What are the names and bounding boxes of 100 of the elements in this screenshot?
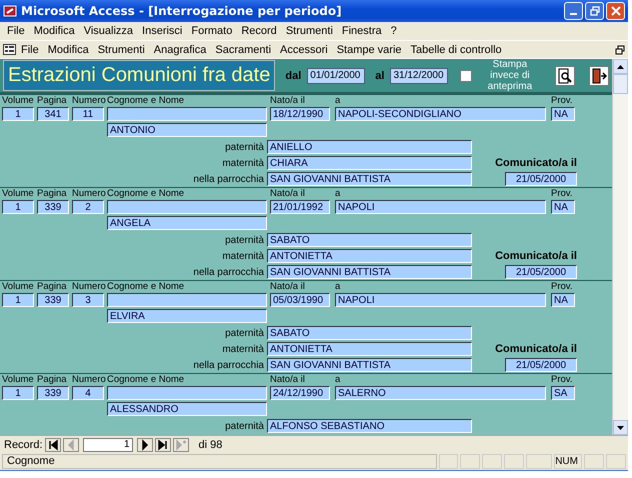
menu-item[interactable]: Record (237, 25, 281, 37)
detail-field[interactable]: SAN GIOVANNI BATTISTA (267, 172, 472, 186)
field-label: Prov. (551, 374, 574, 386)
first-name-field[interactable]: ELVIRA (107, 309, 267, 323)
menu-item[interactable]: Strumenti (94, 44, 149, 56)
menu-item[interactable]: Visualizza (80, 25, 138, 37)
status-panel (438, 454, 458, 469)
communicated-date-field[interactable]: 21/05/2000 (505, 358, 577, 372)
detail-field[interactable]: SABATO (267, 233, 472, 247)
form-icon[interactable] (3, 44, 16, 55)
surname-field[interactable] (107, 200, 267, 214)
detail-field[interactable]: ANTONIETTA (267, 342, 472, 356)
menu-item[interactable]: ? (386, 25, 401, 37)
first-name-field[interactable]: ALESSANDRO (107, 402, 267, 416)
detail-field[interactable]: ANTONIETTA (267, 249, 472, 263)
form-title: Estrazioni Comunioni fra date (3, 60, 276, 91)
detail-field[interactable]: SAN GIOVANNI BATTISTA (267, 265, 472, 279)
menu-item[interactable]: Anagrafica (150, 44, 210, 56)
province-field[interactable]: NA (551, 200, 575, 214)
menu-item[interactable]: Stampe varie (332, 44, 406, 56)
menu-item[interactable]: Inserisci (138, 25, 186, 37)
to-date-field[interactable]: 31/12/2000 (390, 68, 448, 84)
field-label: maternità (221, 158, 265, 168)
field-label: Nato/a il (270, 188, 306, 200)
new-record-icon (174, 438, 187, 450)
volume-field[interactable]: 1 (2, 107, 34, 121)
birth-date-field[interactable]: 18/12/1990 (270, 107, 330, 121)
detail-field[interactable]: ALFONSO SEBASTIANO (267, 419, 472, 433)
page-field[interactable]: 341 (37, 107, 69, 121)
communicated-label: Comunicato/a il (495, 343, 577, 355)
detail-field[interactable]: SAN GIOVANNI BATTISTA (267, 358, 472, 372)
birthplace-field[interactable]: SALERNO (335, 386, 546, 400)
scroll-up-button[interactable] (613, 59, 628, 74)
birth-date-field[interactable]: 21/01/1992 (270, 200, 330, 214)
menu-item[interactable]: Accessori (276, 44, 332, 56)
menu-item[interactable]: File (3, 25, 29, 37)
restore-button[interactable] (585, 2, 604, 20)
to-label: al (375, 70, 384, 82)
print-option-label: Stampa invece di anteprima (486, 59, 534, 92)
print-checkbox[interactable] (460, 70, 472, 82)
volume-field[interactable]: 1 (2, 386, 34, 400)
communicated-date-field[interactable]: 21/05/2000 (505, 172, 577, 186)
field-label: Volume (2, 281, 34, 293)
record-nav-button[interactable] (44, 438, 61, 452)
field-label: Prov. (551, 188, 574, 200)
record-nav-button[interactable] (154, 438, 171, 452)
page-field[interactable]: 339 (37, 386, 69, 400)
page-field[interactable]: 339 (37, 293, 69, 307)
field-label: Volume (2, 95, 34, 107)
field-label: Pagina (37, 95, 68, 107)
restore-icon[interactable] (615, 44, 625, 54)
field-label: Nato/a il (270, 374, 306, 386)
detail-field[interactable]: CHIARA (267, 156, 472, 170)
field-label: Volume (2, 374, 34, 386)
first-name-field[interactable]: ANGELA (107, 216, 267, 230)
surname-field[interactable] (107, 293, 267, 307)
menu-item[interactable]: Formato (187, 25, 236, 37)
record-nav-button[interactable] (136, 438, 153, 452)
detail-field[interactable]: SABATO (267, 326, 472, 340)
from-label: dal (285, 70, 302, 82)
page-field[interactable]: 339 (37, 200, 69, 214)
number-field[interactable]: 11 (72, 107, 104, 121)
scrollbar[interactable] (612, 59, 628, 435)
menu-item[interactable]: File (17, 44, 43, 56)
field-label: paternità (224, 328, 265, 338)
menu-item[interactable]: Tabelle di controllo (406, 44, 506, 56)
birthplace-field[interactable]: NAPOLI (335, 200, 546, 214)
birthplace-field[interactable]: NAPOLI (335, 293, 546, 307)
surname-field[interactable] (107, 107, 267, 121)
minimize-button[interactable] (564, 2, 583, 20)
scroll-thumb[interactable] (613, 74, 628, 94)
number-field[interactable]: 3 (72, 293, 104, 307)
communicated-date-field[interactable]: 21/05/2000 (505, 265, 577, 279)
birth-date-field[interactable]: 05/03/1990 (270, 293, 330, 307)
menu-item[interactable]: Sacramenti (211, 44, 276, 56)
province-field[interactable]: NA (551, 107, 575, 121)
menu-item[interactable]: Modifica (30, 25, 79, 37)
volume-field[interactable]: 1 (2, 293, 34, 307)
first-name-field[interactable]: ANTONIO (107, 123, 267, 137)
volume-field[interactable]: 1 (2, 200, 34, 214)
preview-button[interactable] (555, 66, 576, 86)
num-lock-indicator: NUM (554, 454, 582, 469)
menu-item[interactable]: Modifica (44, 44, 93, 56)
close-button[interactable] (606, 2, 625, 20)
number-field[interactable]: 2 (72, 200, 104, 214)
exit-button[interactable] (589, 66, 610, 86)
detail-field[interactable]: ANIELLO (267, 140, 472, 154)
record-number-field[interactable]: 1 (82, 438, 133, 452)
menu-item[interactable]: Strumenti (282, 25, 337, 37)
surname-field[interactable] (107, 386, 267, 400)
field-label: Prov. (551, 281, 574, 293)
from-date-field[interactable]: 01/01/2000 (307, 68, 366, 84)
field-label: nella parrocchia (192, 266, 265, 278)
birth-date-field[interactable]: 24/12/1990 (270, 386, 330, 400)
number-field[interactable]: 4 (72, 386, 104, 400)
menu-item[interactable]: Finestra (338, 25, 386, 37)
scroll-down-button[interactable] (613, 420, 628, 435)
province-field[interactable]: SA (551, 386, 575, 400)
birthplace-field[interactable]: NAPOLI-SECONDIGLIANO (335, 107, 546, 121)
province-field[interactable]: NA (551, 293, 575, 307)
